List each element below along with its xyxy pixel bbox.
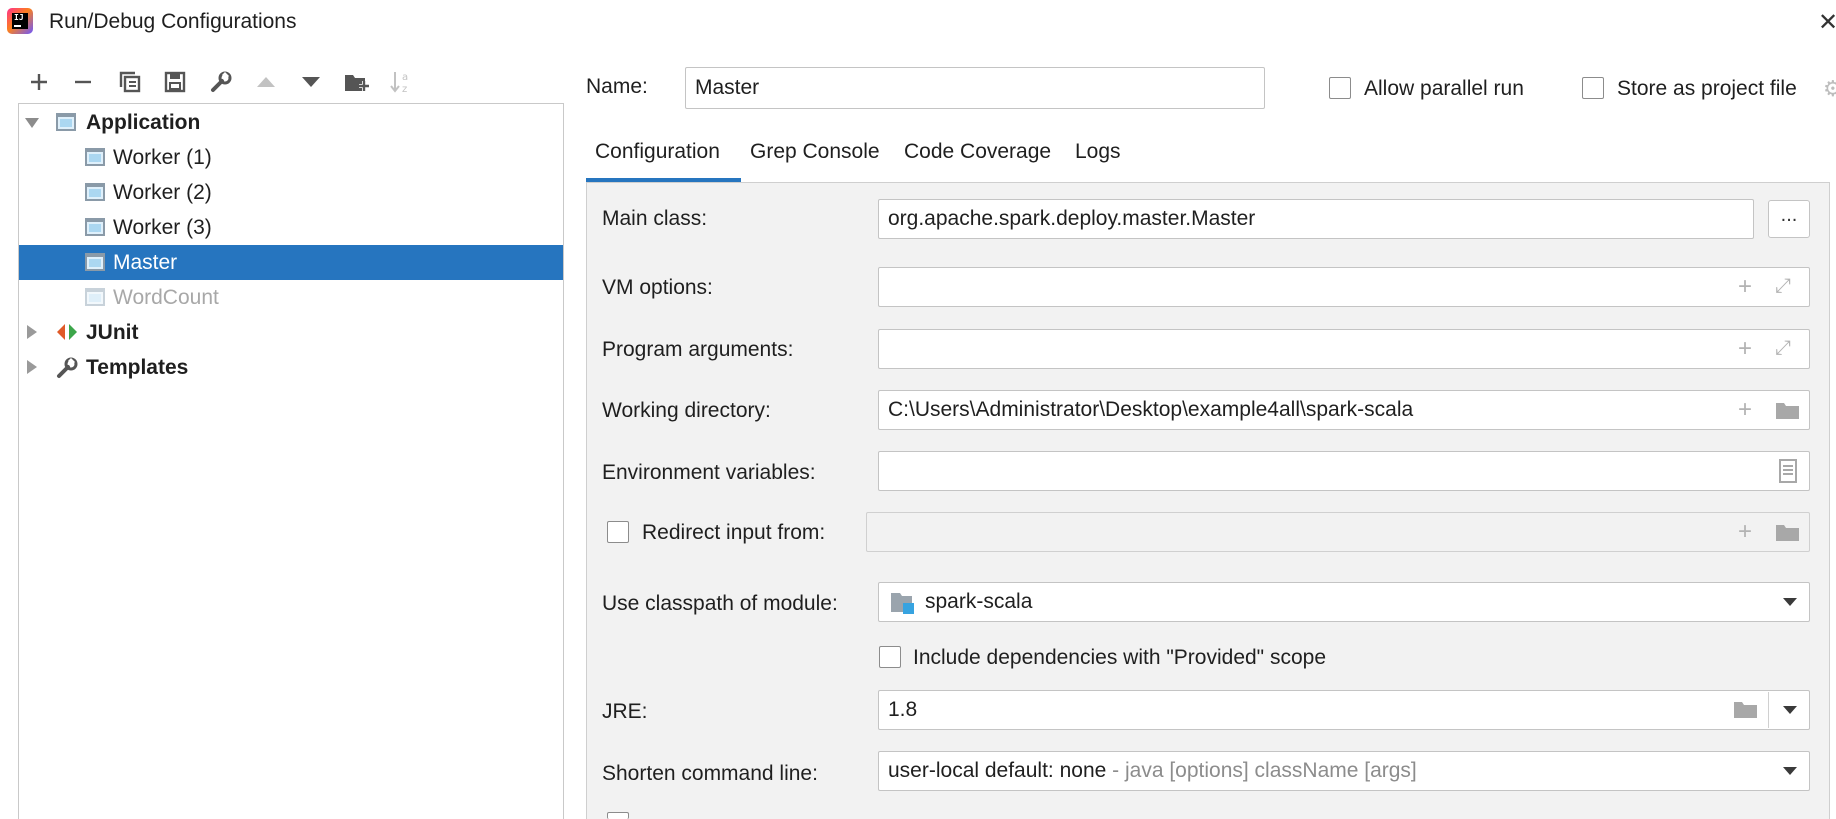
application-icon (56, 113, 76, 131)
svg-text:z: z (402, 84, 407, 95)
wrench-icon[interactable] (207, 68, 235, 96)
add-icon[interactable] (25, 68, 53, 96)
classpath-module-value: spark-scala (925, 590, 1033, 613)
application-icon (85, 148, 105, 166)
tree-item-worker-2[interactable]: Worker (2) (19, 175, 563, 210)
store-as-project-file-label: Store as project file (1617, 77, 1797, 100)
shorten-command-line-label: Shorten command line: (602, 762, 818, 785)
divider (1768, 692, 1769, 728)
allow-parallel-run-label: Allow parallel run (1364, 77, 1524, 100)
working-directory-label: Working directory: (602, 399, 771, 422)
name-label: Name: (586, 75, 648, 98)
tree-group-templates[interactable]: Templates (19, 350, 563, 385)
tree-group-label: Templates (86, 355, 189, 379)
expand-icon[interactable]: ⤢ (1775, 336, 1791, 360)
main-class-input[interactable]: org.apache.spark.deploy.master.Master (878, 199, 1754, 239)
application-icon (85, 218, 105, 236)
environment-variables-label: Environment variables: (602, 461, 816, 484)
application-icon (85, 288, 105, 306)
application-icon (85, 183, 105, 201)
configuration-tree: Application Worker (1) Worker (2) Worker… (18, 103, 564, 819)
move-up-icon[interactable] (252, 68, 280, 96)
save-icon[interactable] (161, 68, 189, 96)
tree-item-label: Worker (3) (113, 215, 212, 239)
program-arguments-label: Program arguments: (602, 338, 794, 361)
tree-item-label: WordCount (113, 285, 219, 309)
gear-icon[interactable]: ⚙ (1823, 76, 1836, 102)
tree-item-worker-3[interactable]: Worker (3) (19, 210, 563, 245)
svg-text:a: a (402, 72, 408, 83)
sort-icon[interactable]: az (388, 68, 416, 96)
add-icon[interactable]: + (1738, 275, 1752, 299)
tree-group-label: JUnit (86, 320, 139, 344)
application-icon (85, 253, 105, 271)
environment-variables-input[interactable] (878, 451, 1810, 491)
wrench-icon (57, 357, 78, 378)
expand-arrow-icon[interactable] (25, 118, 39, 128)
expand-icon[interactable]: ⤢ (1775, 274, 1791, 298)
add-icon[interactable]: + (1738, 337, 1752, 361)
folder-icon[interactable] (1733, 699, 1759, 719)
tree-group-label: Application (86, 110, 201, 134)
tab-grep-console[interactable]: Grep Console (750, 140, 880, 164)
move-down-icon[interactable] (297, 68, 325, 96)
main-class-label: Main class: (602, 207, 708, 230)
allow-parallel-run-checkbox[interactable] (1329, 77, 1351, 99)
document-icon[interactable] (1779, 459, 1797, 483)
vm-options-label: VM options: (602, 276, 713, 299)
intellij-logo-icon: IJ (7, 8, 33, 34)
tree-item-label: Worker (2) (113, 180, 212, 204)
partial-checkbox[interactable] (607, 812, 629, 819)
redirect-input-label: Redirect input from: (642, 521, 826, 544)
copy-icon[interactable] (116, 68, 144, 96)
add-icon[interactable]: + (1738, 398, 1752, 422)
shorten-command-line-value: user-local default: none (888, 759, 1107, 782)
tab-code-coverage[interactable]: Code Coverage (904, 140, 1051, 164)
chevron-down-icon[interactable] (1783, 706, 1797, 714)
new-folder-icon[interactable] (343, 68, 371, 96)
classpath-module-select[interactable]: spark-scala (878, 582, 1810, 622)
window-title: Run/Debug Configurations (49, 10, 297, 33)
tree-group-application[interactable]: Application (19, 105, 563, 140)
include-provided-label: Include dependencies with "Provided" sco… (913, 646, 1327, 669)
classpath-module-label: Use classpath of module: (602, 592, 838, 615)
browse-main-class-button[interactable]: ... (1768, 200, 1810, 238)
folder-icon[interactable] (1775, 522, 1801, 542)
store-as-project-file-checkbox[interactable] (1582, 77, 1604, 99)
folder-icon[interactable] (1775, 400, 1801, 420)
module-icon (891, 593, 914, 614)
expand-arrow-icon[interactable] (27, 325, 37, 339)
tab-logs[interactable]: Logs (1075, 140, 1121, 164)
tree-group-junit[interactable]: JUnit (19, 315, 563, 350)
working-directory-input[interactable]: C:\Users\Administrator\Desktop\example4a… (878, 390, 1810, 430)
tree-item-worker-1[interactable]: Worker (1) (19, 140, 563, 175)
name-input[interactable]: Master (685, 67, 1265, 109)
program-arguments-input[interactable] (878, 329, 1810, 369)
add-icon[interactable]: + (1738, 520, 1752, 544)
chevron-down-icon[interactable] (1783, 767, 1797, 775)
tree-item-label: Master (113, 250, 178, 274)
remove-icon[interactable] (69, 68, 97, 96)
vm-options-input[interactable] (878, 267, 1810, 307)
tree-item-master[interactable]: Master (19, 245, 563, 280)
tree-item-label: Worker (1) (113, 145, 212, 169)
tree-item-wordcount[interactable]: WordCount (19, 280, 563, 315)
junit-icon (57, 324, 77, 340)
expand-arrow-icon[interactable] (27, 360, 37, 374)
shorten-command-line-select[interactable]: user-local default: none - java [options… (878, 751, 1810, 791)
jre-label: JRE: (602, 700, 648, 723)
shorten-command-line-hint: - java [options] className [args] (1106, 759, 1417, 782)
redirect-input-checkbox[interactable] (607, 521, 629, 543)
jre-select[interactable]: 1.8 (878, 690, 1810, 730)
tab-configuration[interactable]: Configuration (595, 140, 720, 164)
redirect-input-field[interactable] (866, 512, 1810, 552)
chevron-down-icon[interactable] (1783, 598, 1797, 606)
include-provided-checkbox[interactable] (879, 646, 901, 668)
close-icon[interactable]: ✕ (1818, 8, 1836, 37)
